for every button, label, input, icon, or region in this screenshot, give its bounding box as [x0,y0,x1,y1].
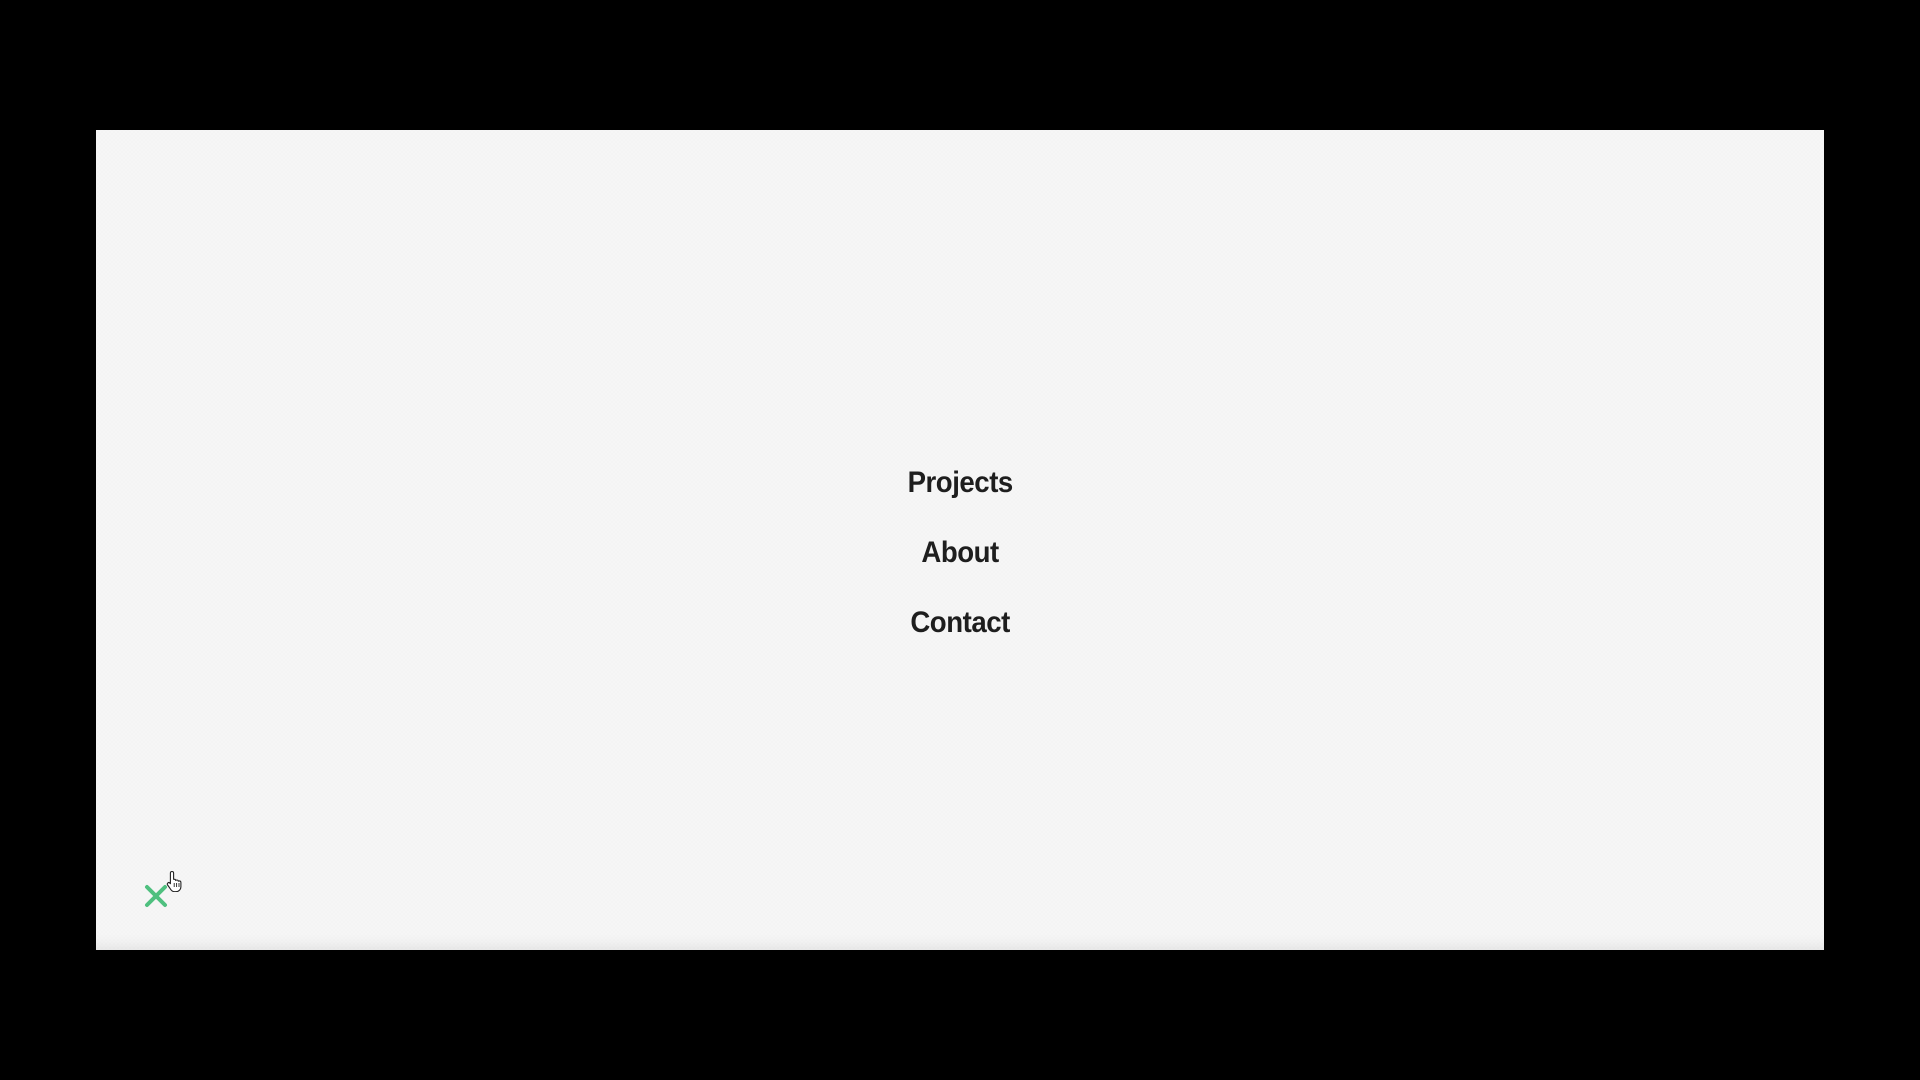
nav-link-contact[interactable]: Contact [910,588,1010,658]
nav-link-about[interactable]: About [921,518,999,588]
nav-link-projects[interactable]: Projects [907,448,1013,518]
fullscreen-menu: Projects About Contact [96,448,1824,658]
close-menu-button[interactable] [142,882,170,910]
close-icon [145,885,167,907]
page-viewport: Projects About Contact [96,130,1824,950]
